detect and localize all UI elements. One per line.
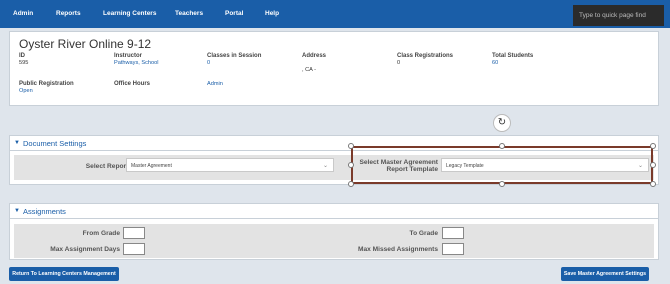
from-grade-label: From Grade	[82, 230, 120, 237]
page-title: Oyster River Online 9-12	[19, 37, 152, 51]
resize-handle[interactable]	[499, 143, 505, 149]
assignments-panel: ▼ Assignments From Grade To Grade Max As…	[9, 203, 659, 260]
collapse-caret-icon: ▼	[14, 140, 20, 146]
max-missed-label: Max Missed Assignments	[357, 246, 438, 253]
total-students-label: Total Students	[492, 53, 534, 59]
nav-learning-centers[interactable]: Learning Centers	[103, 10, 156, 17]
registrations-value: 0	[397, 60, 401, 66]
resize-handle[interactable]	[650, 181, 656, 187]
address-label: Address	[302, 53, 327, 59]
selection-outline	[351, 146, 653, 184]
nav-teachers[interactable]: Teachers	[175, 10, 203, 17]
max-missed-input[interactable]	[442, 243, 464, 255]
chevron-down-icon: ⌄	[322, 163, 328, 169]
public-registration-link[interactable]: Open	[19, 88, 33, 94]
nav-admin[interactable]: Admin	[13, 10, 33, 17]
nav-help[interactable]: Help	[265, 10, 279, 17]
save-settings-button[interactable]: Save Master Agreement Settings	[561, 267, 649, 281]
max-assignment-days-label: Max Assignment Days	[50, 246, 120, 253]
return-button[interactable]: Return To Learning Centers Management	[9, 267, 119, 281]
instructor-link[interactable]: Pathways, School	[114, 60, 158, 66]
registrations-label: Class Registrations	[397, 53, 454, 59]
resize-handle[interactable]	[348, 143, 354, 149]
to-grade-input[interactable]	[442, 227, 464, 239]
report-type-select[interactable]: Master Agreement ⌄	[126, 158, 334, 172]
total-students-link[interactable]: 60	[492, 60, 498, 66]
instructor-label: Instructor	[114, 53, 143, 59]
collapse-caret-icon: ▼	[14, 208, 20, 214]
public-registration-label: Public Registration	[19, 81, 74, 87]
to-grade-label: To Grade	[409, 230, 438, 237]
address-value: , CA -	[302, 67, 316, 73]
resize-handle[interactable]	[650, 162, 656, 168]
quick-find-input[interactable]: Type to quick page find	[573, 5, 664, 26]
id-value: 595	[19, 60, 29, 66]
resize-handle[interactable]	[348, 181, 354, 187]
resize-handle[interactable]	[348, 162, 354, 168]
id-label: ID	[19, 53, 25, 59]
assignments-header[interactable]: ▼ Assignments	[10, 204, 658, 219]
nav-reports[interactable]: Reports	[56, 10, 81, 17]
top-nav: Admin Reports Learning Centers Teachers …	[0, 0, 670, 28]
classes-link[interactable]: 0	[207, 60, 210, 66]
from-grade-input[interactable]	[123, 227, 145, 239]
school-info-card: Oyster River Online 9-12 ID 595 Instruct…	[9, 31, 659, 106]
refresh-icon[interactable]: ↻	[493, 114, 511, 132]
section-title: Document Settings	[23, 139, 87, 148]
classes-label: Classes in Session	[207, 53, 262, 59]
nav-portal[interactable]: Portal	[225, 10, 243, 17]
max-assignment-days-input[interactable]	[123, 243, 145, 255]
resize-handle[interactable]	[499, 181, 505, 187]
office-hours-label: Office Hours	[114, 81, 151, 87]
admin-link[interactable]: Admin	[207, 81, 223, 87]
resize-handle[interactable]	[650, 143, 656, 149]
section-title: Assignments	[23, 207, 66, 216]
